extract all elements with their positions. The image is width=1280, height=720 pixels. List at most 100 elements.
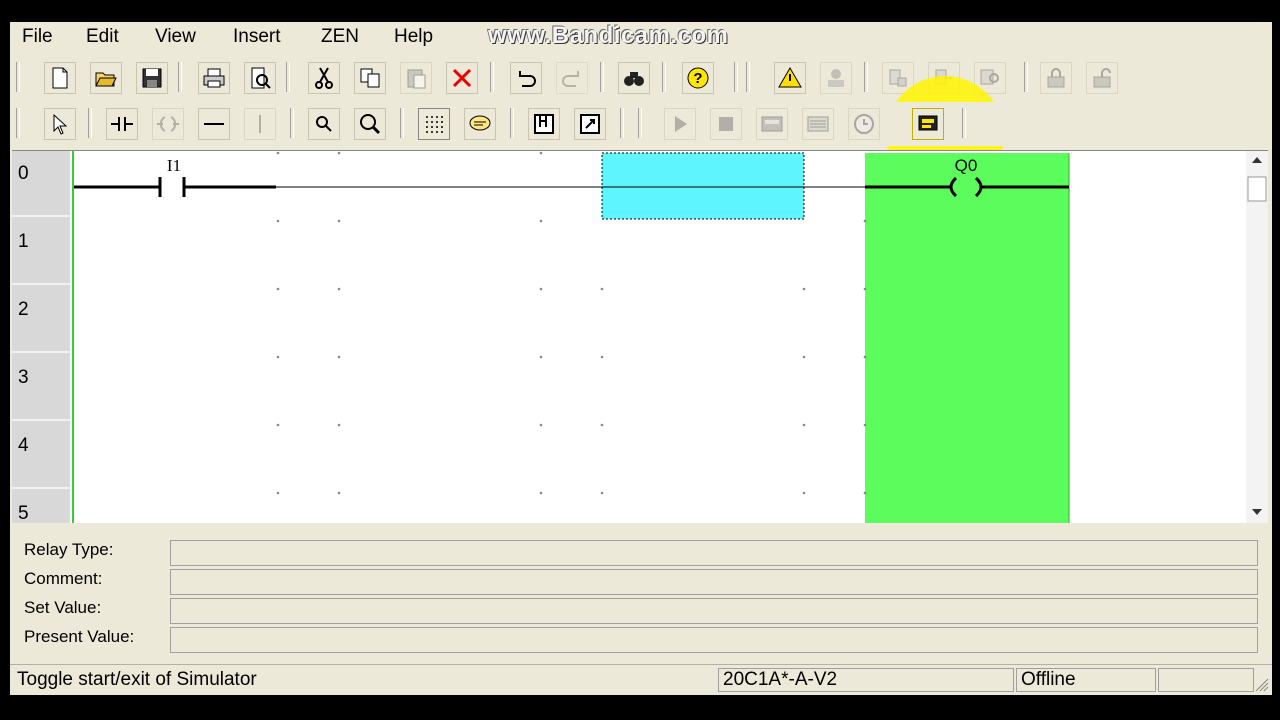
- cut-button[interactable]: [308, 62, 340, 94]
- grid-dot: [802, 287, 806, 291]
- grid-dot: [802, 491, 806, 495]
- grid-dot: [600, 355, 604, 359]
- zoom-out-icon: [316, 116, 332, 132]
- vertical-scrollbar[interactable]: [1246, 151, 1268, 523]
- grid-dot: [276, 423, 280, 427]
- grid-dot: [276, 219, 280, 223]
- warning-button[interactable]: [774, 62, 806, 94]
- clock-icon: [854, 114, 874, 134]
- grid-dot: [539, 355, 543, 359]
- selected-cell[interactable]: [601, 152, 805, 220]
- lock-button[interactable]: [1040, 62, 1072, 94]
- toolbar-separator: [734, 62, 738, 92]
- run-button[interactable]: [664, 108, 696, 140]
- find-button[interactable]: [618, 62, 650, 94]
- io-monitor-button[interactable]: [756, 108, 788, 140]
- transfer-button[interactable]: [820, 62, 852, 94]
- copy-icon: [360, 68, 380, 88]
- list-button[interactable]: [802, 108, 834, 140]
- menu-view[interactable]: View: [155, 26, 196, 48]
- grid-dot: [337, 287, 341, 291]
- coil-icon: [157, 116, 179, 132]
- relay-type-label: Relay Type:: [24, 540, 114, 559]
- grid-dot: [863, 491, 867, 495]
- save-button[interactable]: [136, 62, 168, 94]
- stop-button[interactable]: [710, 108, 742, 140]
- list-icon: [807, 116, 829, 132]
- ladder-toolbar: [10, 102, 1272, 146]
- status-connection: Offline: [1016, 668, 1156, 692]
- undo-button[interactable]: [510, 62, 542, 94]
- bit-io-button[interactable]: [528, 108, 560, 140]
- delete-button[interactable]: [446, 62, 478, 94]
- zoom-in-button[interactable]: [354, 108, 386, 140]
- scroll-up-icon: [1252, 157, 1262, 163]
- coil-label: Q0: [955, 156, 978, 175]
- zoom-out-button[interactable]: [308, 108, 340, 140]
- comment-label: Comment:: [24, 569, 103, 588]
- print-button[interactable]: [198, 62, 230, 94]
- grid-dot: [539, 491, 543, 495]
- program-transfer-icon: [889, 69, 907, 87]
- toolbar-separator: [864, 62, 868, 92]
- zoom-in-icon: [360, 114, 381, 135]
- paste-icon: [407, 69, 426, 89]
- contact-label: I1: [167, 156, 181, 175]
- grid-dot: [337, 219, 341, 223]
- menu-zen[interactable]: ZEN: [321, 26, 359, 48]
- help-button[interactable]: ?: [682, 62, 714, 94]
- contact-button[interactable]: [106, 108, 138, 140]
- toolbar-separator: [662, 62, 666, 92]
- menu-edit[interactable]: Edit: [86, 26, 119, 48]
- set-value-label: Set Value:: [24, 598, 102, 617]
- grid-button[interactable]: [418, 108, 450, 140]
- menu-file[interactable]: File: [22, 26, 53, 48]
- select-button[interactable]: [44, 108, 76, 140]
- bandicam-watermark: www.Bandicam.com: [488, 22, 729, 49]
- horizontal-line-button[interactable]: [198, 108, 230, 140]
- clock-button[interactable]: [848, 108, 880, 140]
- vertical-line-button[interactable]: [244, 108, 276, 140]
- warning-icon: [778, 67, 802, 88]
- menu-insert[interactable]: Insert: [233, 26, 281, 48]
- bit-io-icon: [534, 114, 554, 134]
- status-message: Toggle start/exit of Simulator: [17, 669, 257, 690]
- grid-icon: [426, 116, 443, 133]
- open-icon: [95, 72, 117, 87]
- toolbar-separator: [962, 108, 966, 138]
- comment-field: [170, 569, 1258, 595]
- toolbar-separator: [88, 108, 92, 138]
- new-button[interactable]: [44, 62, 76, 94]
- toolbar-separator: [620, 108, 624, 138]
- scrollbar-track: [1247, 157, 1267, 515]
- ladder-editor[interactable]: 012345 I1 Q0: [12, 150, 1268, 523]
- grid-dot: [539, 287, 543, 291]
- present-value-field: [170, 627, 1258, 653]
- simulator-button[interactable]: [912, 108, 944, 140]
- redo-button[interactable]: [556, 62, 588, 94]
- coil-button[interactable]: [152, 108, 184, 140]
- copy-button[interactable]: [354, 62, 386, 94]
- toolbar-separator: [1024, 62, 1028, 92]
- unlock-button[interactable]: [1086, 62, 1118, 94]
- print-preview-button[interactable]: [244, 62, 276, 94]
- grid-dot: [337, 355, 341, 359]
- resize-grip-icon[interactable]: [1254, 677, 1270, 693]
- present-value-label: Present Value:: [24, 627, 135, 646]
- grid-dot: [539, 151, 543, 155]
- open-button[interactable]: [90, 62, 122, 94]
- simulator-icon: [918, 115, 938, 131]
- comment-button[interactable]: [464, 108, 496, 140]
- scroll-down-icon: [1252, 509, 1262, 515]
- grid-dot: [600, 287, 604, 291]
- grid-dot: [802, 355, 806, 359]
- grid-dot: [863, 423, 867, 427]
- monitor-icon: [980, 69, 999, 85]
- grid-dot: [337, 491, 341, 495]
- paste-button[interactable]: [400, 62, 432, 94]
- toolbar-grip: [16, 62, 20, 92]
- function-block-button[interactable]: [574, 108, 606, 140]
- ladder-canvas: I1 Q0: [72, 151, 1070, 523]
- menu-help[interactable]: Help: [394, 26, 433, 48]
- toolbar-separator: [400, 108, 404, 138]
